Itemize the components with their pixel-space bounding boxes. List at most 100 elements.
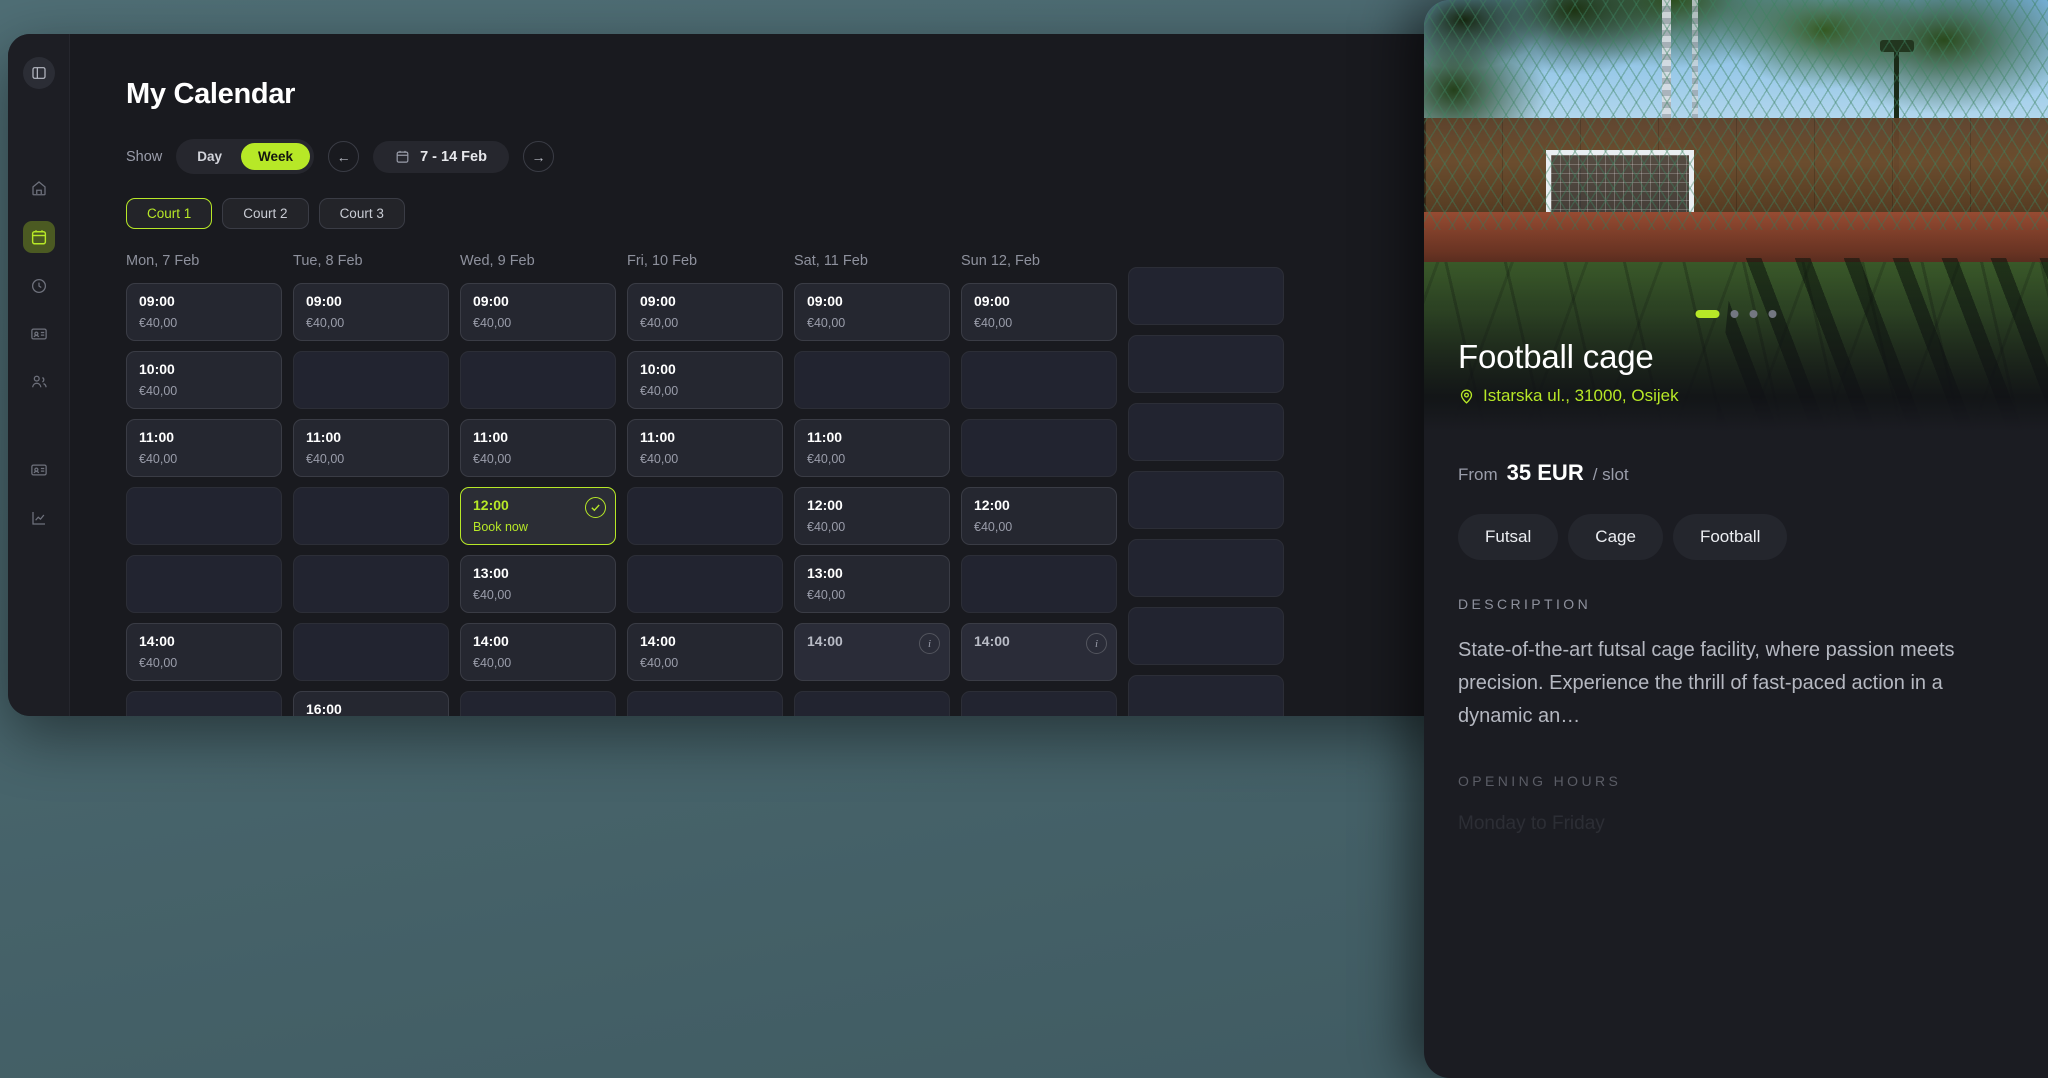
calendar-slot[interactable]: 10:00 €40,00 [627,351,783,409]
calendar-slot[interactable]: 09:00 €40,00 [293,283,449,341]
calendar-slot[interactable]: 09:00 €40,00 [460,283,616,341]
next-week-button[interactable]: → [522,141,554,172]
calendar-slot[interactable]: 14:00 €40,00 [627,623,783,681]
calendar-slot-empty [1128,675,1284,716]
calendar-slot[interactable]: 09:00 €40,00 [961,283,1117,341]
venue-address: Istarska ul., 31000, Osijek [1483,386,1679,405]
slot-time: 09:00 [306,293,342,309]
venue-tag[interactable]: Football [1672,514,1788,560]
calendar-slot-empty [961,419,1117,477]
calendar-slot-empty [627,487,783,545]
calendar-slot[interactable]: 14:00 €40,00 [126,623,282,681]
sidebar-item-members[interactable] [24,367,54,397]
slot-price: €40,00 [473,588,512,602]
calendar-slot[interactable]: 10:00 €40,00 [126,351,282,409]
venue-tag[interactable]: Futsal [1458,514,1559,560]
calendar-slot[interactable]: 13:00 €40,00 [460,555,616,613]
slot-price: €40,00 [473,316,512,330]
slot-time: 16:00 [306,701,342,716]
venue-address-row: Istarska ul., 31000, Osijek [1458,386,1679,406]
calendar-slot[interactable]: 12:00 €40,00 [961,487,1117,545]
sidebar-item-analytics[interactable] [24,503,54,533]
slot-price: €40,00 [306,452,345,466]
slot-time: 13:00 [473,565,509,581]
calendar-slot-empty [293,555,449,613]
calendar-slot[interactable]: 14:00 i [794,623,950,681]
venue-heading-block: Football cage Istarska ul., 31000, Osije… [1458,338,1679,406]
calendar-slot[interactable]: 09:00 €40,00 [794,283,950,341]
calendar-slot-empty [1128,335,1284,393]
slot-time: 10:00 [139,361,175,377]
sidebar-item-dashboard[interactable] [24,173,54,203]
calendar-slot[interactable]: 11:00 €40,00 [627,419,783,477]
court-tab-1[interactable]: Court 1 [126,198,213,229]
check-icon[interactable] [585,497,606,518]
carousel-dot[interactable] [1749,310,1758,318]
calendar-slot[interactable]: 09:00 €40,00 [627,283,783,341]
calendar-slot[interactable]: 13:00 €40,00 [794,555,950,613]
calendar-column: Mon, 7 Feb 09:00 €40,00 10:00 €40,00 11:00 €40… [126,253,282,716]
slot-time: 11:00 [139,429,175,445]
prev-week-button[interactable]: ← [328,141,360,172]
calendar-slot[interactable]: 14:00 i [961,623,1117,681]
slot-time: 09:00 [473,293,509,309]
venue-hero-image: Football cage Istarska ul., 31000, Osije… [1424,0,2048,432]
slot-time: 14:00 [974,633,1010,649]
calendar-slot[interactable]: 11:00 €40,00 [293,419,449,477]
sidebar-item-history[interactable] [24,271,54,301]
slot-time: 14:00 [139,633,175,649]
calendar-slot[interactable]: 11:00 €40,00 [126,419,282,477]
slot-price: €40,00 [139,316,178,330]
calendar-slot-empty [126,691,282,716]
calendar-slot[interactable]: 16:00 [293,691,449,716]
venue-tag[interactable]: Cage [1568,514,1663,560]
description-label: DESCRIPTION [1458,596,1592,612]
calendar-day-header: Wed, 9 Feb [460,253,535,269]
calendar-slot-empty [1128,267,1284,325]
view-option-day[interactable]: Day [180,143,239,170]
calendar-slot[interactable]: 11:00 €40,00 [794,419,950,477]
map-pin-icon [1460,389,1473,404]
view-toggle[interactable]: Day Week [176,139,315,174]
slot-time: 11:00 [640,429,676,445]
calendar-column: Sun 12, Feb 09:00 €40,00 12:00 €40,00 14:00 i [961,253,1117,716]
info-icon[interactable]: i [919,633,940,654]
slot-price: €40,00 [473,656,512,670]
slot-price: €40,00 [473,452,512,466]
sidebar-item-billing[interactable] [24,455,54,485]
slot-price: €40,00 [640,316,679,330]
calendar-slot-empty [961,691,1117,716]
date-range-picker[interactable]: 7 - 14 Feb [373,140,509,173]
hero-carousel-dots[interactable] [1695,310,1777,318]
slot-price: €40,00 [139,452,178,466]
sidebar-item-membership-card[interactable] [24,319,54,349]
calendar-day-header: Tue, 8 Feb [293,253,363,269]
panel-toggle-icon[interactable] [22,57,55,89]
info-icon[interactable]: i [1086,633,1107,654]
carousel-dot[interactable] [1730,310,1739,318]
slot-time: 12:00 [807,497,843,513]
calendar-slot-empty [293,623,449,681]
court-tab-3[interactable]: Court 3 [318,198,405,229]
carousel-dot[interactable] [1695,310,1720,318]
calendar-slot-empty [961,555,1117,613]
price-unit: / slot [1592,465,1629,484]
opening-hours-first-row: Monday to Friday [1458,813,1605,834]
calendar-slot[interactable]: 14:00 €40,00 [460,623,616,681]
calendar-slot-empty [293,351,449,409]
calendar-slot[interactable]: 09:00 €40,00 [126,283,282,341]
carousel-dot[interactable] [1768,310,1777,318]
venue-tags: Futsal Cage Football [1458,514,2014,560]
calendar-slot[interactable]: 12:00 €40,00 [794,487,950,545]
price-from-label: From [1458,465,1498,484]
calendar-slot[interactable]: 11:00 €40,00 [460,419,616,477]
calendar-column: Wed, 9 Feb 09:00 €40,00 11:00 €40,00 12:00 Boo… [460,253,616,716]
view-option-week[interactable]: Week [241,143,311,170]
court-tab-2[interactable]: Court 2 [222,198,309,229]
calendar-slot-selected[interactable]: 12:00 Book now [460,487,616,545]
slot-time: 11:00 [306,429,342,445]
opening-hours-label: OPENING HOURS [1458,773,1622,789]
slot-time: 12:00 [473,497,509,513]
slot-book-now-label: Book now [473,520,528,534]
sidebar-item-calendar[interactable] [22,221,55,253]
